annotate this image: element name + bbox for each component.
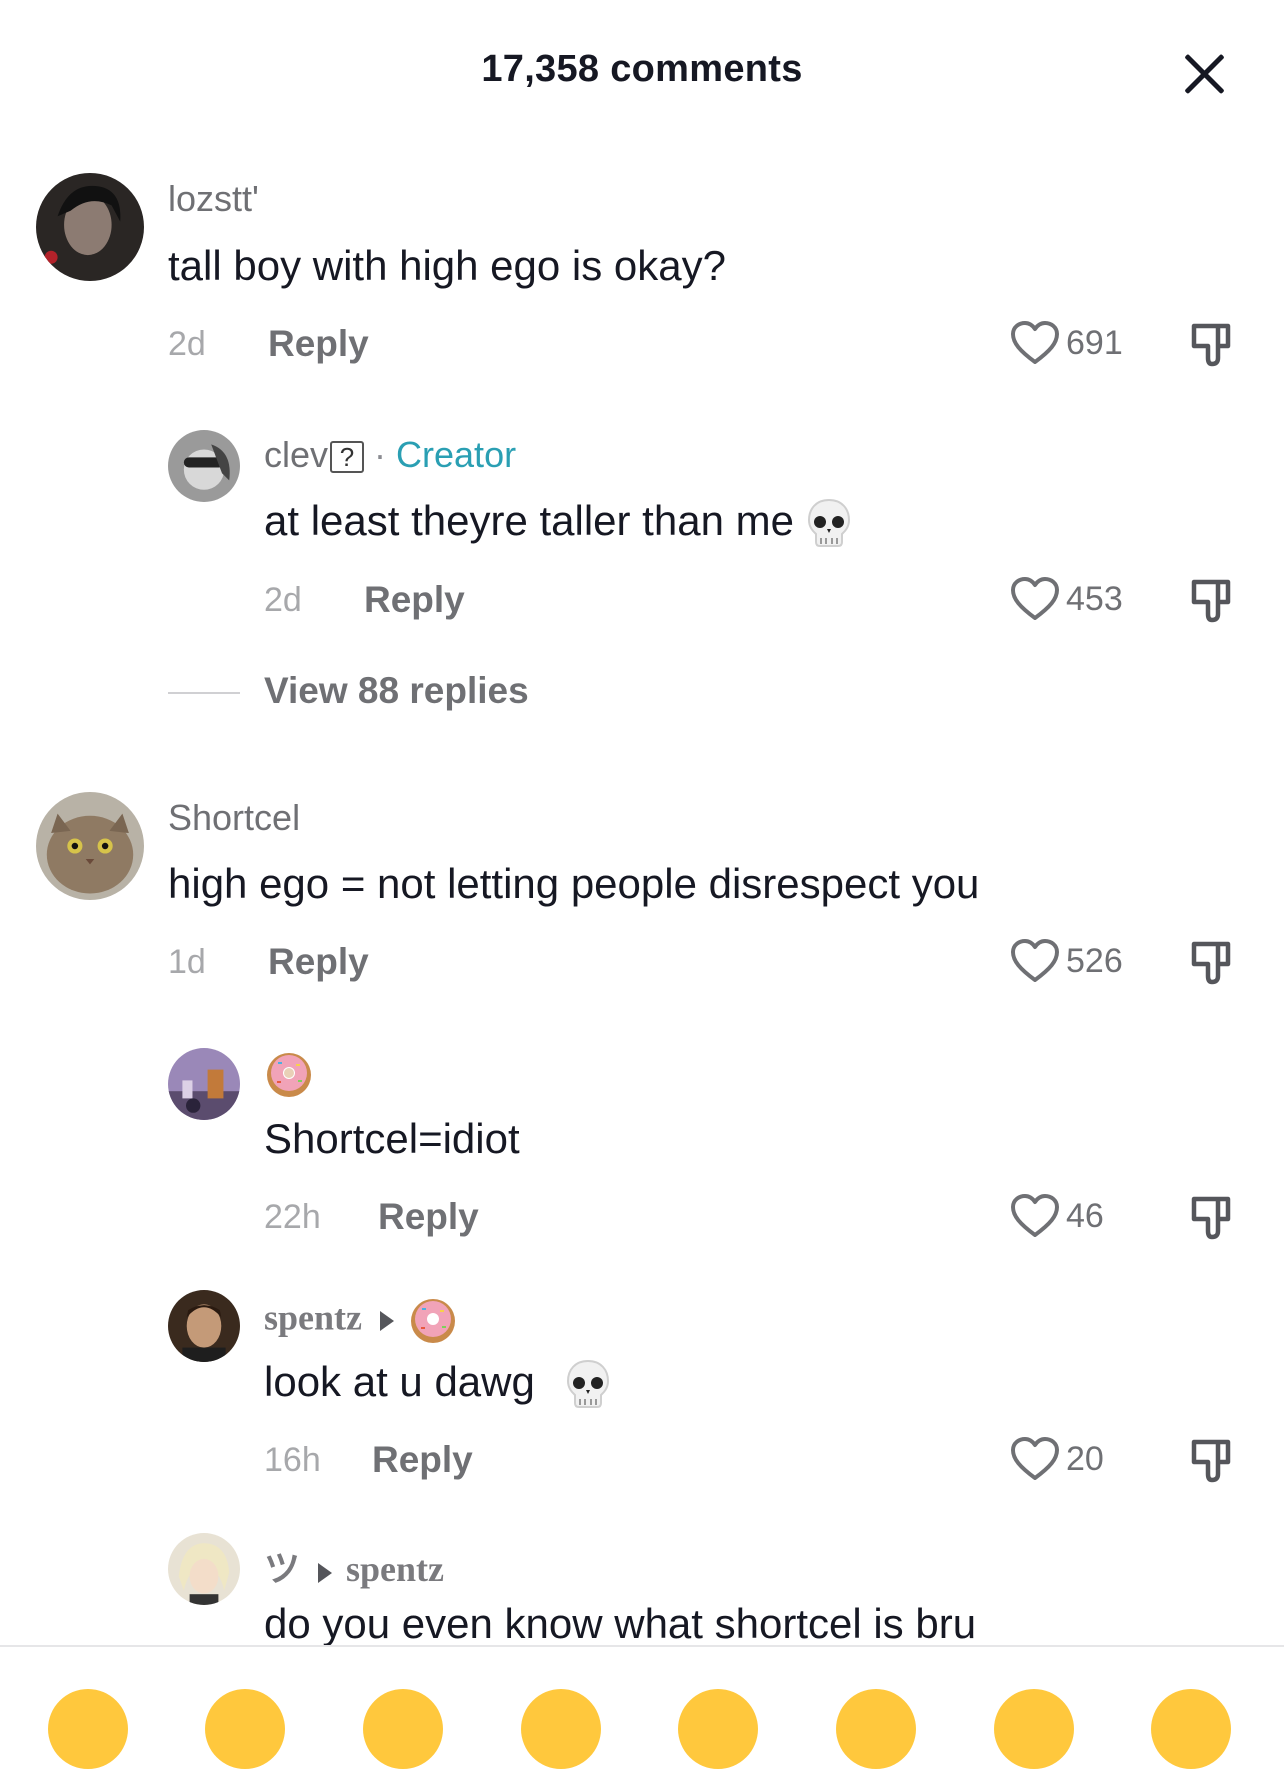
comment-username-row: clev? · Creator bbox=[264, 434, 516, 476]
skull-icon bbox=[566, 1359, 609, 1408]
sweat-emoji-icon[interactable] bbox=[836, 1689, 916, 1769]
like-count: 20 bbox=[1066, 1439, 1104, 1478]
like-count: 691 bbox=[1066, 323, 1123, 362]
emoji-quick-bar bbox=[0, 1645, 1284, 1769]
comment-username[interactable]: clev bbox=[264, 434, 328, 475]
comment-text: look at u dawg bbox=[264, 1358, 535, 1405]
comment-text: at least theyre taller than me bbox=[264, 497, 794, 544]
heart-icon bbox=[1011, 577, 1059, 620]
reply-button[interactable]: Reply bbox=[268, 941, 369, 983]
heart-icon bbox=[1011, 1437, 1059, 1480]
separator: · bbox=[374, 434, 387, 475]
avatar[interactable] bbox=[36, 173, 144, 281]
dislike-icon[interactable] bbox=[1188, 320, 1236, 368]
unknown-glyph-icon: ? bbox=[330, 441, 365, 474]
skull-icon bbox=[807, 498, 850, 547]
donut-icon bbox=[267, 1053, 311, 1097]
relieved-emoji-icon[interactable] bbox=[521, 1689, 601, 1769]
creator-badge: Creator bbox=[396, 434, 517, 475]
comment-time: 22h bbox=[264, 1198, 321, 1236]
comment-time: 2d bbox=[264, 581, 302, 619]
reply-arrow-icon bbox=[380, 1311, 394, 1331]
comment-username-row: spentz bbox=[264, 1296, 458, 1346]
heart-icon bbox=[1011, 1194, 1059, 1237]
comment-time: 2d bbox=[168, 325, 206, 363]
comment-text: high ego = not letting people disrespect… bbox=[168, 860, 980, 907]
comments-header: 17,358 comments bbox=[0, 0, 1284, 150]
divider bbox=[168, 692, 240, 694]
comment-text-row: at least theyre taller than me bbox=[264, 497, 852, 550]
heart-icon bbox=[1011, 939, 1059, 982]
reply-button[interactable]: Reply bbox=[268, 323, 369, 365]
heart-eyes-emoji-icon[interactable] bbox=[205, 1689, 285, 1769]
smile-emoji-icon[interactable] bbox=[48, 1689, 128, 1769]
avatar[interactable] bbox=[168, 1290, 240, 1362]
like-button[interactable]: 526 bbox=[1010, 938, 1123, 984]
like-button[interactable]: 20 bbox=[1010, 1436, 1104, 1482]
avatar[interactable] bbox=[168, 1048, 240, 1120]
like-count: 453 bbox=[1066, 579, 1123, 618]
heart-icon bbox=[1011, 321, 1059, 364]
avatar[interactable] bbox=[168, 1533, 240, 1605]
dislike-icon[interactable] bbox=[1188, 1193, 1236, 1241]
grin-emoji-icon[interactable] bbox=[363, 1689, 443, 1769]
comment-username[interactable]: Shortcel bbox=[168, 797, 300, 839]
comment-time: 16h bbox=[264, 1441, 321, 1479]
view-replies-button[interactable]: View 88 replies bbox=[264, 670, 529, 712]
avatar[interactable] bbox=[168, 430, 240, 502]
comment-text: do you even know what shortcel is bru bbox=[264, 1600, 977, 1647]
like-button[interactable]: 691 bbox=[1010, 320, 1123, 366]
dislike-icon[interactable] bbox=[1188, 1436, 1236, 1484]
reply-button[interactable]: Reply bbox=[372, 1439, 473, 1481]
comment-username[interactable]: lozstt' bbox=[168, 178, 259, 220]
like-count: 46 bbox=[1066, 1196, 1104, 1235]
comment-text: Shortcel=idiot bbox=[264, 1115, 520, 1162]
wink-emoji-icon[interactable] bbox=[1151, 1689, 1231, 1769]
reply-button[interactable]: Reply bbox=[378, 1196, 479, 1238]
smirk-emoji-icon[interactable] bbox=[678, 1689, 758, 1769]
like-button[interactable]: 46 bbox=[1010, 1193, 1104, 1239]
dislike-icon[interactable] bbox=[1188, 938, 1236, 986]
donut-icon bbox=[411, 1299, 455, 1343]
comments-count-title: 17,358 comments bbox=[481, 48, 803, 90]
like-button[interactable]: 453 bbox=[1010, 576, 1123, 622]
comment-text: tall boy with high ego is okay? bbox=[168, 242, 726, 289]
comment-username[interactable]: spentz bbox=[264, 1297, 362, 1337]
like-count: 526 bbox=[1066, 941, 1123, 980]
comment-time: 1d bbox=[168, 943, 206, 981]
crying-emoji-icon[interactable] bbox=[994, 1689, 1074, 1769]
comment-username[interactable]: ツ bbox=[264, 1549, 300, 1589]
close-icon[interactable] bbox=[1182, 52, 1226, 96]
reply-to-username[interactable]: spentz bbox=[346, 1549, 444, 1589]
dislike-icon[interactable] bbox=[1188, 576, 1236, 624]
avatar[interactable] bbox=[36, 792, 144, 900]
reply-arrow-icon bbox=[318, 1562, 333, 1583]
comment-username-row: ツ spentz bbox=[264, 1540, 444, 1592]
comment-text-row: look at u dawg bbox=[264, 1358, 611, 1411]
reply-button[interactable]: Reply bbox=[364, 579, 465, 621]
